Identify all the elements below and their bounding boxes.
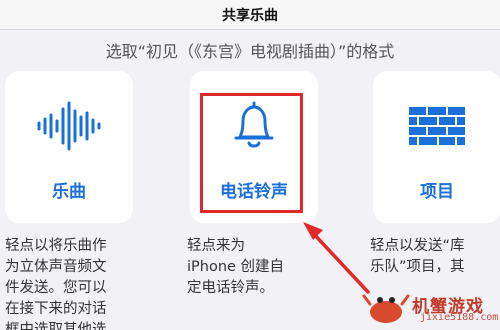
watermark-site: jixie5188.com — [420, 312, 499, 323]
waveform-icon — [5, 101, 133, 151]
description-line: 定电话铃声。 — [187, 280, 274, 296]
brick-wall-icon — [373, 101, 500, 151]
option-ringtone-label: 电话铃声 — [220, 182, 288, 202]
description-line: 在接下来的对话 — [5, 301, 107, 317]
option-song-card[interactable]: 乐曲 — [5, 71, 133, 223]
option-project-label: 项目 — [420, 182, 454, 202]
description-line: 为立体声音频文 — [5, 259, 107, 275]
option-ringtone-card[interactable]: 电话铃声 — [190, 71, 318, 223]
format-prompt: 选取“初见（《东宫》电视剧插曲）”的格式 — [105, 42, 395, 61]
description-line: 轻点来为 — [187, 238, 245, 254]
page-title: 共享乐曲 — [222, 7, 278, 24]
option-song-description: 轻点以将乐曲作 为立体声音频文 件发送。您可以 在接下来的对话 框中选取其他选 — [5, 236, 165, 330]
description-line: 轻点以将乐曲作 — [5, 238, 107, 254]
description-line: 轻点以发送“库 — [370, 238, 465, 254]
option-project-description: 轻点以发送“库 乐队”项目，其 — [370, 236, 500, 278]
description-line: 乐队”项目，其 — [370, 259, 465, 275]
option-ringtone-description: 轻点来为 iPhone 创建自 定电话铃声。 — [187, 236, 347, 299]
description-line: 框中选取其他选 — [5, 322, 107, 330]
description-line: 件发送。您可以 — [5, 280, 107, 296]
description-line: iPhone 创建自 — [187, 259, 285, 275]
option-song-label: 乐曲 — [52, 182, 86, 202]
top-bar: 共享乐曲 — [0, 0, 500, 30]
bell-icon — [190, 101, 318, 151]
option-project-card[interactable]: 项目 — [373, 71, 500, 223]
